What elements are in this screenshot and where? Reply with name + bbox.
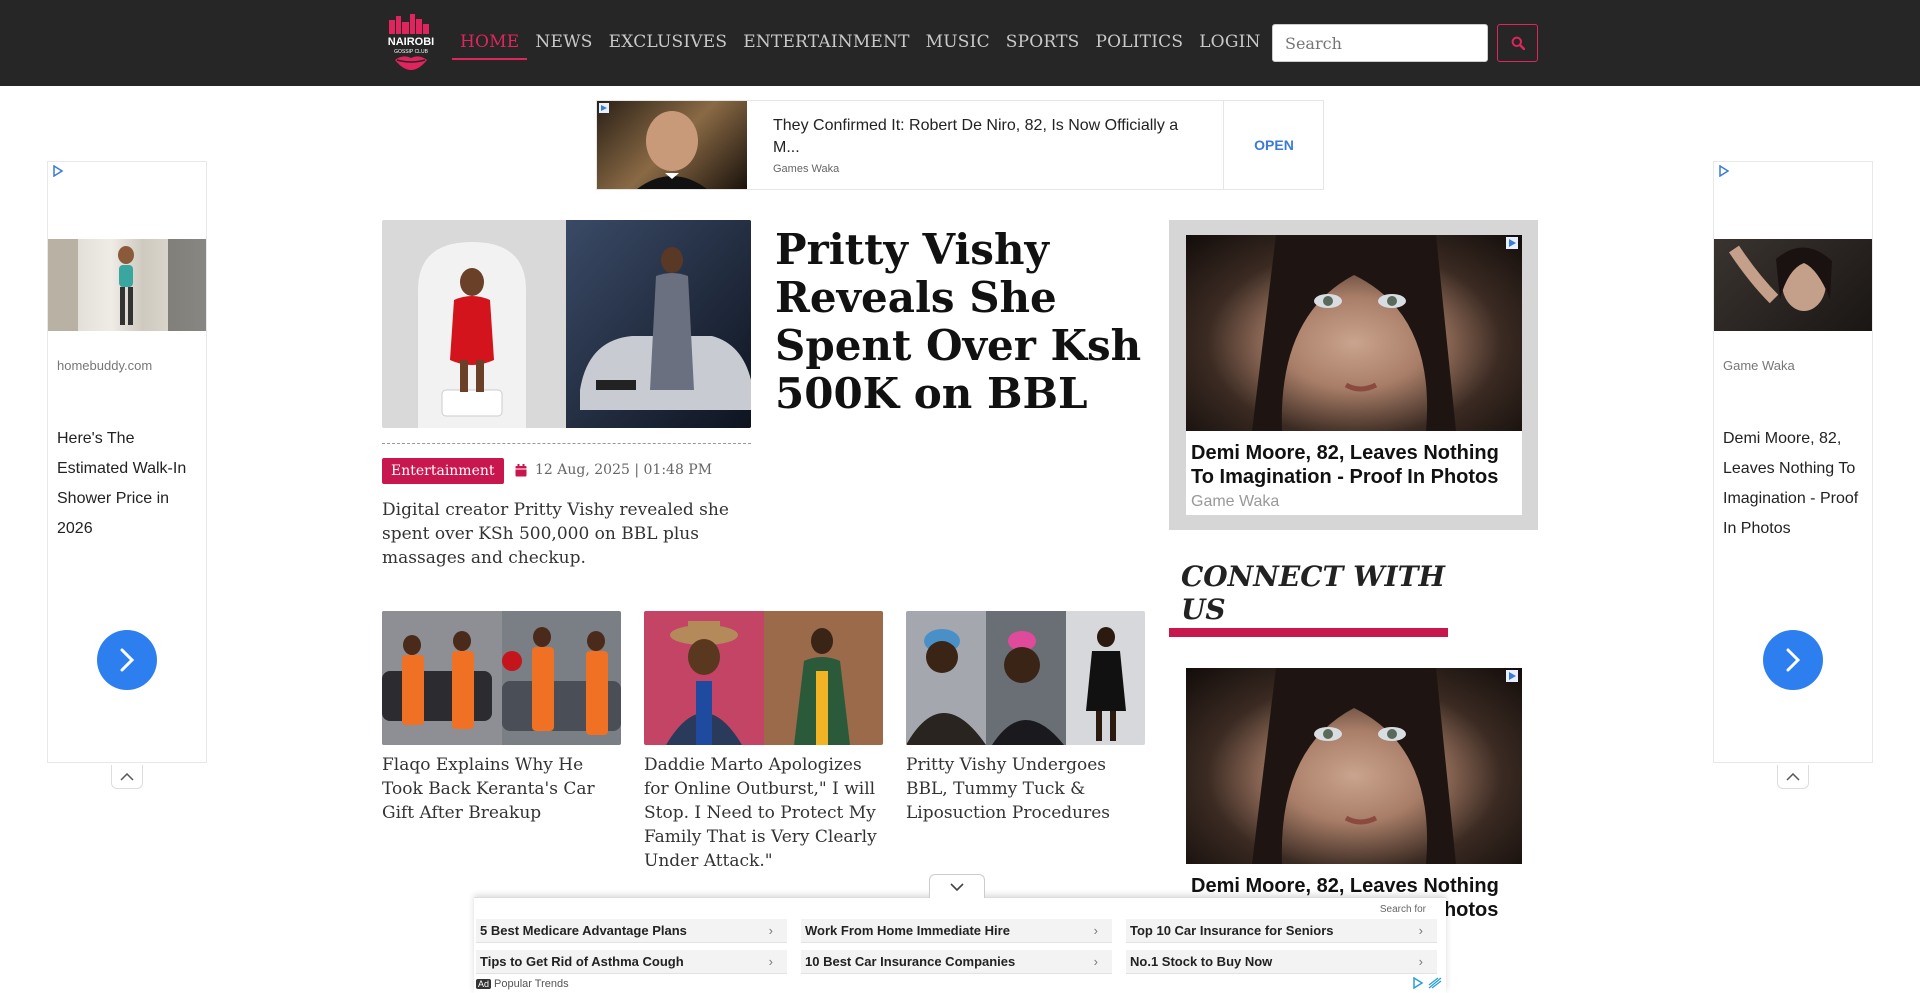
search-chip[interactable]: Tips to Get Rid of Asthma Cough › <box>476 950 787 974</box>
svg-text:NAIROBI: NAIROBI <box>388 36 434 48</box>
search-chip[interactable]: Work From Home Immediate Hire › <box>801 919 1112 943</box>
search-for-label: Search for <box>1379 904 1426 915</box>
adchoices-icon[interactable] <box>52 165 64 177</box>
adchoices-icon[interactable] <box>1718 165 1730 177</box>
nav-exclusives[interactable]: EXCLUSIVES <box>601 30 736 60</box>
search-input[interactable] <box>1272 24 1488 62</box>
article-thumbnail[interactable] <box>644 611 883 745</box>
chevron-right-icon: › <box>1418 954 1423 969</box>
article-title[interactable]: Daddie Marto Apologizes for Online Outbu… <box>644 753 883 873</box>
search-chip[interactable]: 10 Best Car Insurance Companies › <box>801 950 1112 974</box>
ad-text[interactable]: Here's The Estimated Walk-In Shower Pric… <box>57 424 199 544</box>
chevron-right-icon: › <box>768 923 773 938</box>
chevron-up-icon <box>120 772 134 781</box>
top-banner-ad[interactable]: They Confirmed It: Robert De Niro, 82, I… <box>596 100 1324 190</box>
sidebar-ad[interactable]: Demi Moore, 82, Leaves Nothing To Imagin… <box>1169 220 1538 530</box>
ad-title[interactable]: They Confirmed It: Robert De Niro, 82, I… <box>773 115 1193 159</box>
search-chip-label: 5 Best Medicare Advantage Plans <box>480 923 687 938</box>
ad-next-button[interactable] <box>97 630 157 690</box>
article-title[interactable]: Pritty Vishy Undergoes BBL, Tummy Tuck &… <box>906 753 1145 825</box>
search-chip[interactable]: 5 Best Medicare Advantage Plans › <box>476 919 787 943</box>
ad-title[interactable]: Demi Moore, 82, Leaves Nothing To Imagin… <box>1191 441 1517 489</box>
search-chip-label: Work From Home Immediate Hire <box>805 923 1010 938</box>
search-chip-label: Top 10 Car Insurance for Seniors <box>1130 923 1334 938</box>
adchoices-icon[interactable] <box>1506 670 1518 682</box>
calendar-icon <box>515 463 527 476</box>
nav-login[interactable]: LOGIN <box>1191 30 1268 60</box>
post-date: 12 Aug, 2025 | 01:48 PM <box>515 462 712 478</box>
connect-section: CONNECT WITH US <box>1169 560 1448 637</box>
ad-tag: Ad <box>476 979 492 989</box>
chevron-right-icon: › <box>1093 954 1098 969</box>
ad-image <box>1186 663 1522 864</box>
hero-divider <box>382 443 751 444</box>
right-ad-collapse-button[interactable] <box>1777 765 1809 789</box>
ad-image <box>1186 230 1522 431</box>
adchoices-icon[interactable] <box>1412 977 1424 989</box>
nav-home[interactable]: HOME <box>452 30 528 60</box>
bottom-sticky-ad: Search for 5 Best Medicare Advantage Pla… <box>474 874 1446 993</box>
nav-news[interactable]: NEWS <box>527 30 600 60</box>
chevron-up-icon <box>1786 772 1800 781</box>
chevron-right-icon: › <box>768 954 773 969</box>
chevron-right-icon <box>1786 648 1801 672</box>
nav-politics[interactable]: POLITICS <box>1088 30 1192 60</box>
connect-heading: CONNECT WITH US <box>1181 560 1445 626</box>
ad-image <box>48 239 206 331</box>
adchoices-icon[interactable] <box>1506 237 1518 249</box>
post-date-text: 12 Aug, 2025 | 01:48 PM <box>535 462 713 478</box>
article-thumbnail[interactable] <box>906 611 1145 745</box>
chevron-right-icon: › <box>1418 923 1423 938</box>
category-badge[interactable]: Entertainment <box>382 458 504 484</box>
search-chip[interactable]: No.1 Stock to Buy Now › <box>1126 950 1437 974</box>
chevron-down-icon <box>950 882 964 891</box>
article-card[interactable]: Daddie Marto Apologizes for Online Outbu… <box>644 611 883 873</box>
article-title[interactable]: Flaqo Explains Why He Took Back Keranta'… <box>382 753 621 825</box>
search-chip-label: No.1 Stock to Buy Now <box>1130 954 1273 969</box>
ad-source: Game Waka <box>1191 493 1280 510</box>
main-nav: HOME NEWS EXCLUSIVES ENTERTAINMENT MUSIC… <box>452 30 1269 60</box>
search-chip[interactable]: Top 10 Car Insurance for Seniors › <box>1126 919 1437 943</box>
chevron-right-icon: › <box>1093 923 1098 938</box>
article-card[interactable]: Pritty Vishy Undergoes BBL, Tummy Tuck &… <box>906 611 1145 825</box>
top-navbar: NAIROBI GOSSIP CLUB HOME NEWS EXCLUSIVES… <box>0 0 1920 86</box>
right-side-ad[interactable]: Game Waka Demi Moore, 82, Leaves Nothing… <box>1713 161 1873 763</box>
left-side-ad[interactable]: homebuddy.com Here's The Estimated Walk-… <box>47 161 207 763</box>
ad-footer-icons <box>1412 977 1442 989</box>
bottom-ad-toggle[interactable] <box>929 874 985 898</box>
ad-source: homebuddy.com <box>57 358 153 373</box>
ad-text[interactable]: Demi Moore, 82, Leaves Nothing To Imagin… <box>1723 424 1865 544</box>
search-icon <box>1511 36 1525 50</box>
hero-excerpt: Digital creator Pritty Vishy revealed sh… <box>382 500 729 568</box>
ad-source: Games Waka <box>773 163 840 175</box>
sidebar-ad-card[interactable]: Demi Moore, 82, Leaves Nothing To Imagin… <box>1186 230 1522 515</box>
search-chip-label: 10 Best Car Insurance Companies <box>805 954 1016 969</box>
search-chip-label: Tips to Get Rid of Asthma Cough <box>480 954 684 969</box>
connect-underline <box>1169 628 1448 637</box>
ad-footer-text: Popular Trends <box>494 978 569 990</box>
ad-next-button[interactable] <box>1763 630 1823 690</box>
nav-entertainment[interactable]: ENTERTAINMENT <box>735 30 917 60</box>
ad-image <box>597 101 747 189</box>
nav-music[interactable]: MUSIC <box>918 30 998 60</box>
nav-sports[interactable]: SPORTS <box>998 30 1088 60</box>
search-button[interactable] <box>1497 24 1538 62</box>
site-logo[interactable]: NAIROBI GOSSIP CLUB <box>381 12 441 74</box>
close-ad-icon[interactable] <box>1428 977 1442 989</box>
left-ad-collapse-button[interactable] <box>111 765 143 789</box>
article-card[interactable]: Flaqo Explains Why He Took Back Keranta'… <box>382 611 621 825</box>
hero-image[interactable] <box>382 220 751 428</box>
ad-footer: Ad Popular Trends <box>476 978 569 990</box>
hero-title[interactable]: Pritty Vishy Reveals She Spent Over Ksh … <box>775 226 1155 418</box>
ad-source: Game Waka <box>1723 358 1795 373</box>
article-thumbnail[interactable] <box>382 611 621 745</box>
svg-text:GOSSIP CLUB: GOSSIP CLUB <box>394 49 428 55</box>
ad-image <box>1714 239 1872 331</box>
chevron-right-icon <box>120 648 135 672</box>
ad-open-button[interactable]: OPEN <box>1223 101 1324 189</box>
